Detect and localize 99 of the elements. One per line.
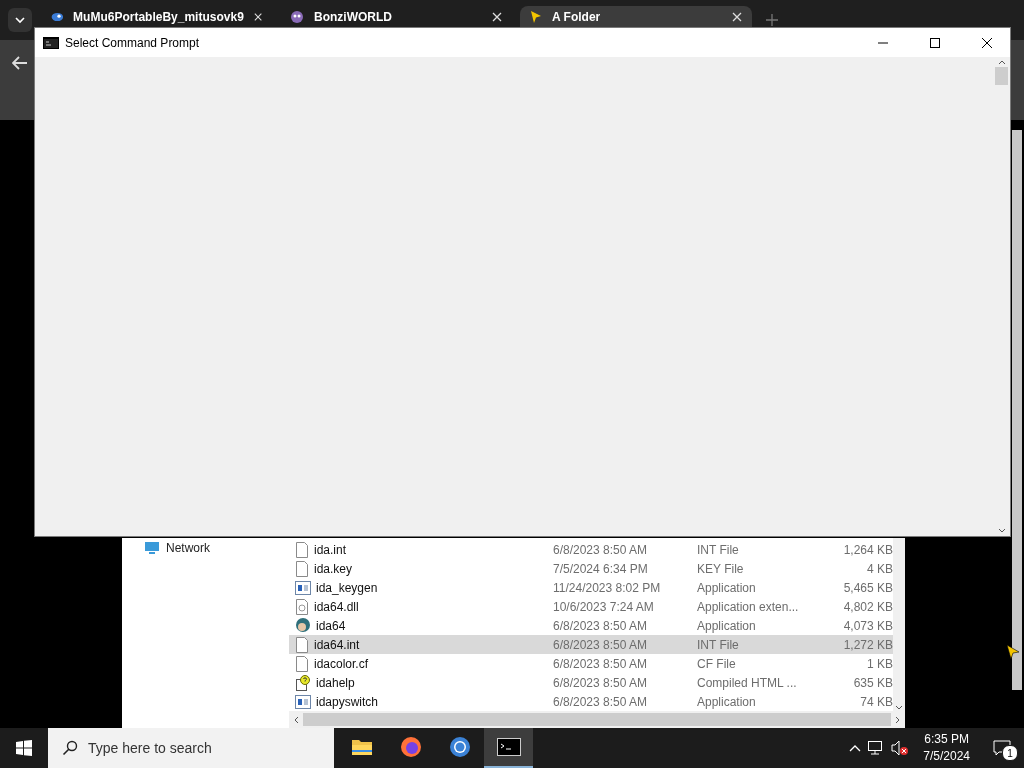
file-name: idacolor.cf — [314, 656, 369, 671]
type-cell-text: CF File — [697, 656, 737, 671]
chevron-up-icon[interactable] — [997, 59, 1006, 65]
date-cell-text: 6/8/2023 8:50 AM — [553, 675, 649, 690]
application-icon — [295, 580, 311, 595]
chevron-down-icon[interactable] — [997, 528, 1006, 534]
chevron-down-icon[interactable] — [8, 8, 32, 32]
file-icon — [295, 560, 309, 577]
nav-item-label: Network — [166, 541, 210, 555]
mouse-cursor-icon — [1006, 644, 1020, 660]
file-row[interactable]: ida.int 6/8/2023 8:50 AM INT File 1,264 KB — [289, 540, 893, 559]
close-icon[interactable] — [492, 11, 502, 22]
gear-file-icon — [295, 598, 309, 615]
type-cell-text: KEY File — [697, 561, 745, 576]
creature-icon — [290, 9, 304, 24]
size-cell-text: 4,073 KB — [842, 618, 893, 633]
notification-button[interactable]: 1 — [984, 728, 1020, 768]
file-icon — [295, 655, 309, 672]
file-name: ida64 — [316, 618, 346, 633]
type-cell-text: INT File — [697, 637, 740, 652]
file-row[interactable]: idapyswitch 6/8/2023 8:50 AM Application 74 KB — [289, 692, 893, 711]
file-name: ida64.int — [314, 637, 360, 652]
portrait-icon — [295, 617, 311, 634]
file-row[interactable]: ida.key 7/5/2024 6:34 PM KEY File 4 KB — [289, 559, 893, 578]
size-cell-text: 1 KB — [866, 656, 893, 671]
chevron-down-icon[interactable] — [895, 705, 903, 711]
close-icon — [981, 36, 993, 49]
size-cell-text: 1,272 KB — [842, 637, 893, 652]
date-cell-text: 6/8/2023 8:50 AM — [553, 656, 649, 671]
chevron-right-icon[interactable] — [895, 715, 901, 724]
browser-tab[interactable]: MuMu6PortableBy_mitusovk9 — [40, 6, 272, 27]
terminal-icon[interactable] — [496, 738, 521, 756]
file-icon — [295, 636, 309, 653]
scrollbar-thumb[interactable] — [995, 67, 1008, 85]
minimize-icon — [878, 41, 888, 44]
application-icon — [295, 694, 311, 709]
type-cell-text: Application — [697, 580, 757, 595]
window-title: Select Command Prompt — [65, 35, 201, 50]
date-cell-text: 6/8/2023 8:50 AM — [553, 542, 649, 557]
clock-time[interactable]: 6:35 PM — [924, 731, 969, 748]
date-cell-text: 7/5/2024 6:34 PM — [553, 561, 649, 576]
terminal-icon — [43, 36, 59, 49]
type-cell-text: Application — [697, 618, 757, 633]
type-cell-text: INT File — [697, 542, 740, 557]
date-cell-text: 6/8/2023 8:50 AM — [553, 637, 649, 652]
network-icon — [144, 541, 160, 555]
muted-speaker-icon[interactable] — [891, 740, 910, 756]
close-icon[interactable] — [732, 11, 742, 22]
back-arrow-icon[interactable] — [12, 56, 28, 70]
nav-item[interactable]: Network — [144, 538, 289, 558]
file-row[interactable]: ida64.dll 10/6/2023 7:24 AM Application exten... 4,802 KB — [289, 597, 893, 616]
browser-tab[interactable]: BonziWORLD — [280, 6, 512, 27]
file-icon — [295, 541, 309, 558]
notification-count: 1 — [1002, 745, 1018, 761]
file-name: ida.key — [314, 561, 353, 576]
file-name: ida.int — [314, 542, 347, 557]
search-field[interactable]: Type here to search — [48, 728, 334, 768]
type-cell-text: Application — [697, 694, 757, 709]
fox-globe-icon[interactable] — [399, 736, 422, 758]
chevron-left-icon[interactable] — [293, 715, 299, 724]
file-row[interactable]: ida64.int 6/8/2023 8:50 AM INT File 1,272 KB — [289, 635, 893, 654]
maximize-icon — [930, 37, 940, 48]
file-name: ida_keygen — [316, 580, 378, 595]
size-cell-text: 74 KB — [859, 694, 893, 709]
app-icon — [50, 10, 64, 23]
size-cell-text: 4 KB — [866, 561, 893, 576]
size-cell-text: 4,802 KB — [842, 599, 893, 614]
file-row[interactable]: idahelp 6/8/2023 8:50 AM Compiled HTML ... 635 KB — [289, 673, 893, 692]
scrollbar[interactable] — [893, 538, 905, 711]
file-name: ida64.dll — [314, 599, 359, 614]
type-cell-text: Compiled HTML ... — [697, 675, 798, 690]
clock-date[interactable]: 7/5/2024 — [923, 748, 970, 765]
close-icon[interactable] — [253, 11, 262, 22]
date-cell-text: 10/6/2023 7:24 AM — [553, 599, 655, 614]
taskbar-app[interactable] — [484, 728, 533, 768]
plus-icon[interactable] — [766, 14, 778, 26]
date-cell-text: 6/8/2023 8:50 AM — [553, 694, 649, 709]
file-row[interactable]: ida64 6/8/2023 8:50 AM Application 4,073 KB — [289, 616, 893, 635]
scrollbar-thumb[interactable] — [303, 713, 891, 726]
file-name: idahelp — [316, 675, 355, 690]
message-icon — [993, 740, 1011, 756]
file-row[interactable]: ida_keygen 11/24/2023 8:02 PM Application 5,465 KB — [289, 578, 893, 597]
date-cell-text: 6/8/2023 8:50 AM — [553, 618, 649, 633]
scrollbar[interactable] — [1012, 130, 1022, 690]
size-cell-text: 635 KB — [852, 675, 893, 690]
cursor-icon — [530, 9, 542, 24]
windows-logo-icon — [16, 740, 32, 756]
size-cell-text: 5,465 KB — [842, 580, 893, 595]
browser-circle-icon[interactable] — [448, 736, 471, 758]
search-icon — [62, 740, 78, 756]
type-cell-text: Application exten... — [697, 599, 800, 614]
file-row[interactable]: idacolor.cf 6/8/2023 8:50 AM CF File 1 KB — [289, 654, 893, 673]
size-cell-text: 1,264 KB — [842, 542, 893, 557]
folder-icon[interactable] — [350, 738, 373, 756]
browser-tab[interactable]: A Folder — [520, 6, 752, 27]
help-file-icon — [295, 674, 311, 691]
date-cell-text: 11/24/2023 8:02 PM — [553, 580, 662, 595]
scrollbar[interactable] — [289, 711, 905, 728]
file-name: idapyswitch — [316, 694, 379, 709]
